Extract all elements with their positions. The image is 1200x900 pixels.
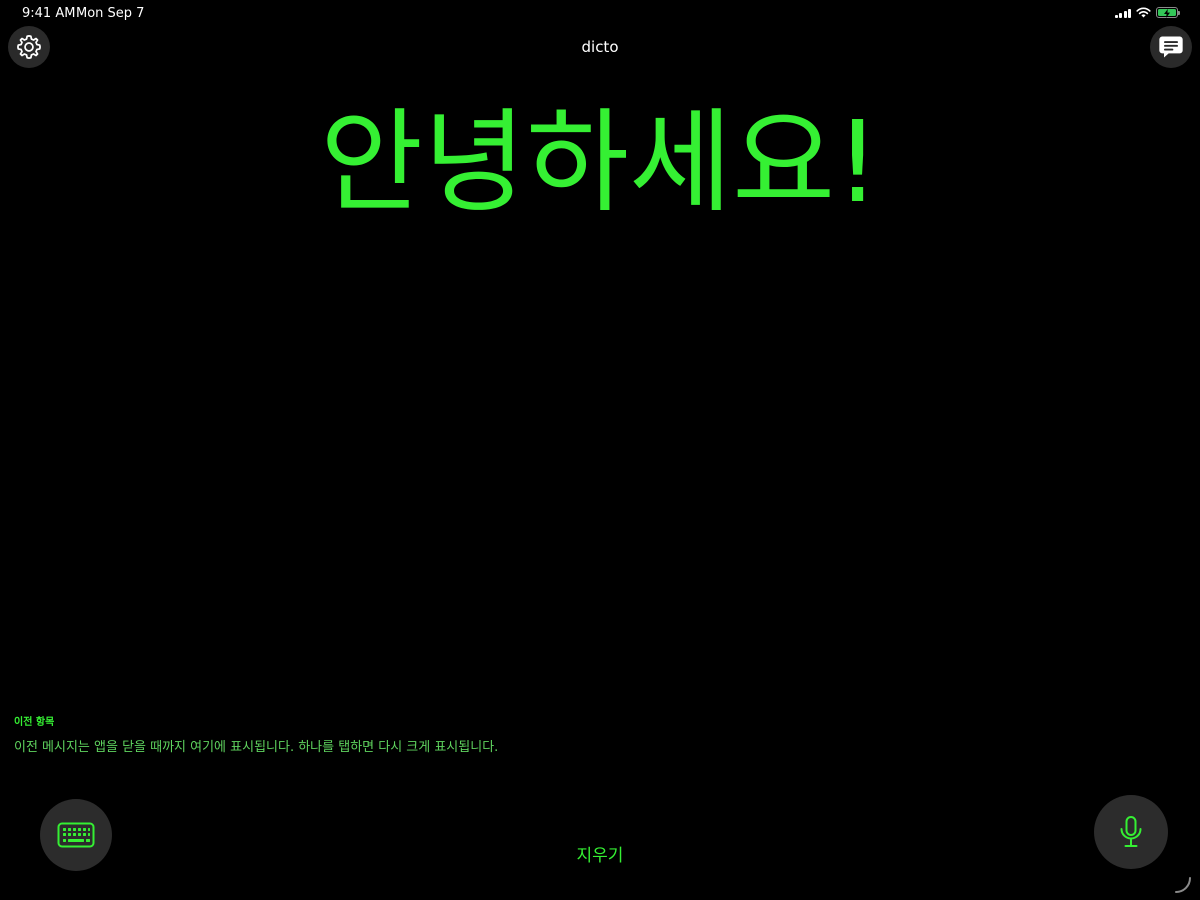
battery-charging-icon (1156, 7, 1180, 18)
status-bar: 9:41 AM Mon Sep 7 (0, 0, 1200, 28)
keyboard-button[interactable] (40, 799, 112, 871)
app-title: dicto (581, 38, 619, 56)
history-button[interactable] (1150, 26, 1192, 68)
main-message[interactable]: 안녕하세요! (0, 98, 1200, 228)
history-heading: 이전 항목 (14, 717, 55, 728)
resize-handle-icon[interactable] (1174, 876, 1192, 894)
history-note: 이전 메시지는 앱을 닫을 때까지 여기에 표시됩니다. 하나를 탭하면 다시 … (14, 740, 499, 755)
status-time: 9:41 AM (22, 6, 76, 21)
signal-icon (1114, 8, 1131, 18)
status-indicators (1114, 7, 1180, 18)
clear-button[interactable]: 지우기 (540, 841, 660, 866)
status-date: Mon Sep 7 (76, 6, 145, 21)
keyboard-icon (57, 822, 95, 848)
microphone-icon (1120, 816, 1142, 847)
wifi-icon (1136, 7, 1151, 18)
microphone-button[interactable] (1094, 795, 1168, 869)
chat-bubble-icon (1159, 36, 1183, 58)
